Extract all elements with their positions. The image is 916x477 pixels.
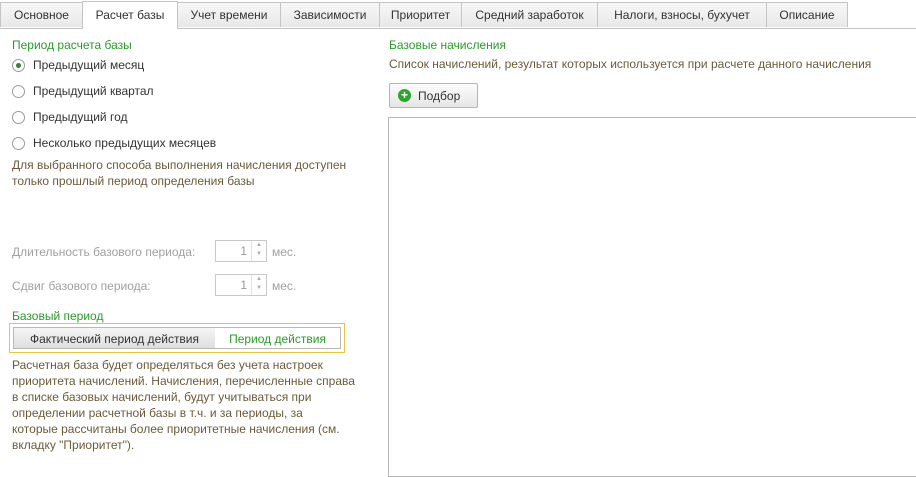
base-period-note: Расчетная база будет определяться без уч… — [12, 357, 355, 453]
base-period-note-line: определении расчетной базы в т.ч. и за п… — [12, 406, 303, 420]
add-icon: + — [398, 89, 411, 102]
duration-value: 1 — [240, 244, 247, 258]
base-period-note-line: приоритета начислений. Начисления, переч… — [12, 374, 355, 388]
period-note: Для выбранного способа выполнения начисл… — [12, 157, 346, 189]
tab-base-calculation[interactable]: Расчет базы — [82, 1, 178, 29]
base-period-note-line: Расчетная база будет определяться без уч… — [12, 358, 323, 372]
duration-label: Длительность базового периода: — [12, 245, 196, 259]
period-note-line: Для выбранного способа выполнения начисл… — [12, 158, 347, 172]
tab-bar: Основное Расчет базы Учет времени Зависи… — [0, 0, 916, 29]
base-charges-list[interactable] — [388, 117, 916, 477]
tab-taxes[interactable]: Налоги, взносы, бухучет — [597, 2, 767, 27]
base-period-note-line: в списке базовых начислений, будут учиты… — [12, 390, 312, 404]
base-period-switch: Фактический период действия Период дейст… — [9, 323, 345, 353]
base-period-title: Базовый период — [12, 309, 104, 323]
radio-empty-icon — [12, 110, 25, 124]
stepper-arrows-icon[interactable]: ▲ ▼ — [251, 241, 266, 261]
shift-label: Сдвиг базового периода: — [12, 279, 151, 293]
period-section-title: Период расчета базы — [12, 38, 132, 52]
pick-button-label: Подбор — [418, 88, 461, 103]
option-actual-period[interactable]: Фактический период действия — [13, 327, 216, 349]
radio-label: Предыдущий квартал — [33, 84, 154, 98]
base-period-note-line: которые рассчитаны более приоритетные на… — [12, 422, 340, 436]
radio-empty-icon — [12, 136, 25, 150]
duration-unit: мес. — [272, 245, 297, 259]
pick-button[interactable]: + Подбор — [389, 83, 478, 108]
radio-empty-icon — [12, 84, 25, 98]
tab-description[interactable]: Описание — [766, 2, 848, 27]
radio-label: Несколько предыдущих месяцев — [33, 136, 217, 150]
radio-label: Предыдущий год — [33, 110, 128, 124]
option-action-period[interactable]: Период действия — [215, 327, 341, 349]
duration-stepper[interactable]: 1 ▲ ▼ — [215, 240, 267, 262]
tab-average-earnings[interactable]: Средний заработок — [461, 2, 598, 27]
shift-unit: мес. — [272, 279, 297, 293]
radio-several-months[interactable]: Несколько предыдущих месяцев — [12, 134, 216, 152]
tab-main[interactable]: Основное — [0, 2, 83, 27]
base-period-note-line: вкладку "Приоритет"). — [12, 438, 135, 452]
radio-label: Предыдущий месяц — [33, 58, 145, 72]
period-note-line: только прошлый период определения базы — [12, 174, 255, 188]
stepper-arrows-icon[interactable]: ▲ ▼ — [251, 275, 266, 295]
tab-priority[interactable]: Приоритет — [379, 2, 462, 27]
tab-time-accounting[interactable]: Учет времени — [177, 2, 281, 27]
shift-stepper[interactable]: 1 ▲ ▼ — [215, 274, 267, 296]
base-charges-description: Список начислений, результат которых исп… — [389, 57, 872, 71]
radio-previous-month[interactable]: Предыдущий месяц — [12, 56, 144, 74]
radio-previous-quarter[interactable]: Предыдущий квартал — [12, 82, 154, 100]
radio-previous-year[interactable]: Предыдущий год — [12, 108, 127, 126]
radio-selected-icon — [12, 58, 25, 72]
tab-dependencies[interactable]: Зависимости — [280, 2, 380, 27]
base-charges-title: Базовые начисления — [389, 38, 506, 52]
shift-value: 1 — [240, 278, 247, 292]
